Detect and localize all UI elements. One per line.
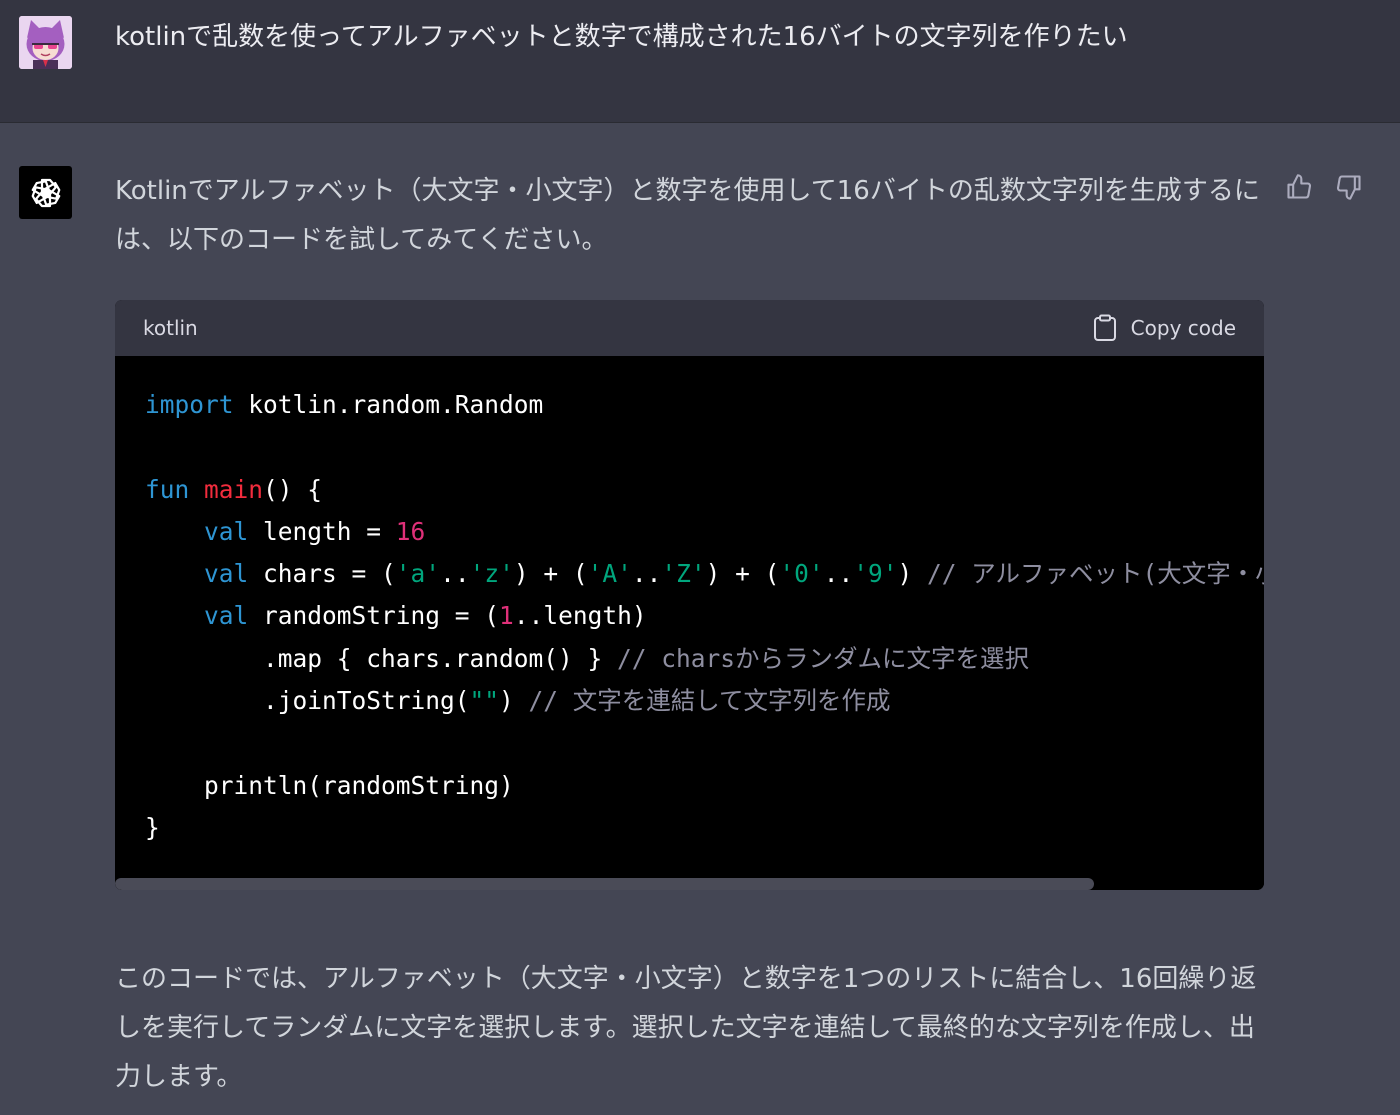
- code-token: 'A': [587, 559, 632, 589]
- code-token: // 文字を連結して文字列を作成: [528, 686, 891, 716]
- code-token: 'a': [395, 559, 441, 589]
- code-scrollbar-thumb[interactable]: [115, 878, 1094, 890]
- code-line: val length = 16: [145, 517, 425, 546]
- thumbs-up-icon: [1287, 174, 1312, 199]
- code-content: import kotlin.random.Random fun main() {…: [145, 384, 1264, 849]
- code-line: .map { chars.random() } // charsからランダムに文…: [145, 644, 1029, 673]
- code-body: import kotlin.random.Random fun main() {…: [115, 356, 1264, 876]
- code-token: "": [469, 686, 500, 716]
- thumbs-down-icon: [1336, 175, 1361, 200]
- code-token: }: [145, 812, 160, 842]
- code-language-label: kotlin: [143, 316, 198, 340]
- code-token: val: [204, 559, 249, 589]
- code-block: kotlin Copy code import kotlin.random.Ra…: [115, 300, 1264, 890]
- code-line: .joinToString("") // 文字を連結して文字列を作成: [145, 686, 891, 715]
- assistant-avatar: [19, 166, 72, 219]
- copy-code-label: Copy code: [1130, 316, 1236, 340]
- code-token: ..length): [513, 601, 647, 631]
- code-line: println(randomString): [145, 771, 514, 800]
- code-token: length =: [248, 516, 396, 546]
- code-token: 1: [499, 601, 514, 631]
- code-line: import kotlin.random.Random: [145, 390, 543, 419]
- code-token: ..: [823, 559, 854, 589]
- code-token: // charsからランダムに文字を選択: [617, 643, 1030, 673]
- code-token: ) + (: [705, 559, 780, 589]
- code-token: '0': [779, 559, 824, 589]
- code-token: '9': [853, 559, 898, 589]
- code-token: kotlin.random.Random: [233, 390, 544, 419]
- assistant-outro-text: このコードでは、アルファベット（大文字・小文字）と数字を1つのリストに結合し、1…: [115, 964, 1257, 1092]
- code-token: randomString = (: [248, 601, 500, 631]
- code-line: }: [145, 813, 160, 842]
- code-token: ) + (: [513, 559, 588, 589]
- code-token: println(randomString): [145, 770, 514, 800]
- assistant-intro-text: Kotlinでアルファベット（大文字・小文字）と数字を使用して16バイトの乱数文…: [115, 176, 1260, 255]
- code-token: chars = (: [248, 559, 396, 589]
- openai-logo-icon: [31, 178, 60, 207]
- code-token: main: [204, 474, 264, 504]
- code-token: .joinToString(: [145, 686, 470, 716]
- user-message-row: kotlinで乱数を使ってアルファベットと数字で構成された16バイトの文字列を作…: [0, 0, 1400, 123]
- code-token: ): [897, 559, 927, 589]
- code-token: fun: [145, 474, 190, 504]
- code-token: 'Z': [661, 559, 706, 589]
- code-token: () {: [263, 474, 323, 504]
- copy-code-button[interactable]: Copy code: [1093, 312, 1236, 344]
- code-line: fun main() {: [145, 475, 322, 504]
- thumbs-down-button[interactable]: [1333, 171, 1365, 203]
- code-token: // アルファベット(大文字・小文字: [926, 559, 1264, 589]
- code-scrollbar[interactable]: [115, 876, 1264, 890]
- clipboard-icon: [1093, 314, 1116, 341]
- thumbs-up-button[interactable]: [1283, 171, 1315, 203]
- code-token: 'z': [469, 559, 514, 589]
- code-token: val: [204, 516, 249, 546]
- anime-girl-avatar-icon: [19, 16, 72, 69]
- code-line: val chars = ('a'..'z') + ('A'..'Z') + ('…: [145, 559, 1264, 588]
- code-line: val randomString = (1..length): [145, 601, 647, 630]
- code-token: .map { chars.random() }: [145, 643, 618, 673]
- code-token: ..: [440, 559, 470, 589]
- code-token: val: [204, 601, 249, 631]
- user-avatar: [19, 16, 72, 69]
- assistant-message-row: Kotlinでアルファベット（大文字・小文字）と数字を使用して16バイトの乱数文…: [0, 123, 1400, 1115]
- code-token: ..: [631, 559, 662, 589]
- code-token: ): [499, 686, 529, 716]
- code-block-header: kotlin Copy code: [115, 300, 1264, 356]
- user-message-text: kotlinで乱数を使ってアルファベットと数字で構成された16バイトの文字列を作…: [115, 22, 1128, 52]
- code-token: import: [145, 390, 234, 419]
- code-token: 16: [395, 516, 426, 546]
